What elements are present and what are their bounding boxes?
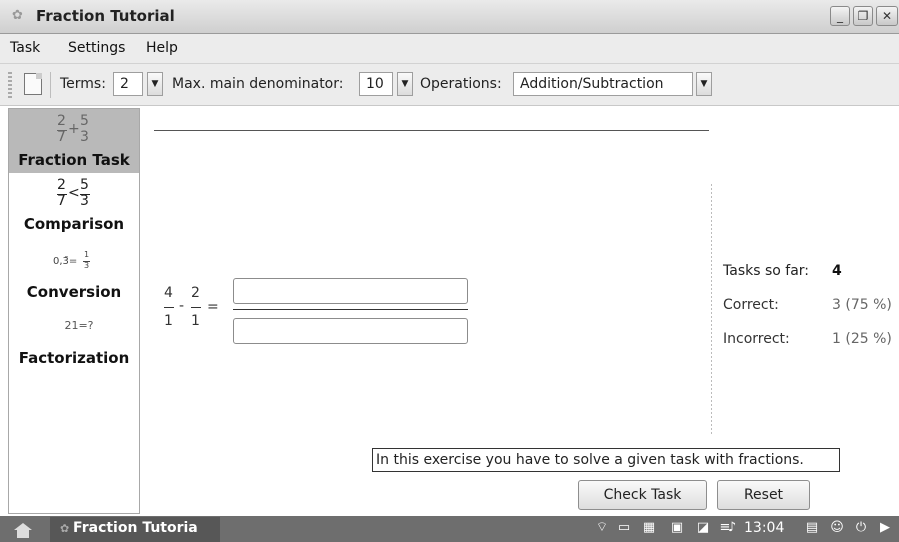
toolbar-grip-icon[interactable] [8,72,12,98]
sidebar-item-factorization[interactable]: 21=? Factorization [9,313,139,373]
update-icon[interactable]: ◪ [694,519,712,537]
title-bar[interactable]: ✿ Fraction Tutorial _ ❐ ✕ [0,0,899,34]
max-denominator-label: Max. main denominator: [172,76,344,92]
terms-dropdown-icon[interactable]: ▼ [147,72,163,96]
factorization-icon: 21=? [64,319,94,332]
volume-icon[interactable]: ♪ [723,519,741,537]
window-title: Fraction Tutorial [36,7,175,25]
app-icon: ✿ [12,8,23,23]
taskbar-app-icon: ✿ [60,522,74,535]
taskbar: ✿ Fraction Tutoria ⌔ ▭ ▦ ▣ ◪ ≡ ♪ 13:04 ▤… [0,516,899,542]
task-operator: - [179,298,185,314]
user-status-icon[interactable]: ☺ [828,519,846,537]
fraction-task-icon: 2 7 + 5 3 [57,113,89,145]
answer-fraction-bar [233,309,468,310]
check-task-button[interactable]: Check Task [578,480,707,510]
power-icon[interactable]: ⏻ [852,519,870,537]
sidebar-item-comparison[interactable]: 2 7 < 5 3 Comparison [9,175,139,235]
terms-select[interactable]: 2 [113,72,143,96]
toolbar-separator [50,72,51,98]
reset-button[interactable]: Reset [717,480,810,510]
operations-select[interactable]: Addition/Subtraction [513,72,693,96]
package-icon[interactable]: ▣ [668,519,686,537]
calendar-icon[interactable]: ▤ [803,519,821,537]
taskbar-window-button[interactable]: ✿ Fraction Tutoria [50,517,220,542]
correct-value: 3 (75 %) [832,297,892,313]
exercise-sidebar: 2 7 + 5 3 Fraction Task 2 7 < 5 3 Compar… [8,108,140,514]
toolbar: Terms: 2 ▼ Max. main denominator: 10 ▼ O… [0,64,899,106]
incorrect-label: Incorrect: [723,331,790,347]
stats-separator [711,184,712,436]
menu-help[interactable]: Help [146,40,178,56]
max-denominator-select[interactable]: 10 [359,72,393,96]
task-fraction-bar-1 [164,307,174,308]
conversion-icon: 0,3̄= 1 3 [53,250,90,270]
exercise-hint: In this exercise you have to solve a giv… [372,448,840,472]
taskbar-window-label: Fraction Tutoria [73,520,198,536]
sidebar-item-conversion[interactable]: 0,3̄= 1 3 Conversion [9,247,139,305]
comparison-icon: 2 7 < 5 3 [57,177,90,209]
wifi-icon[interactable]: ⌔ [593,519,611,537]
sidebar-item-fraction-task[interactable]: 2 7 + 5 3 Fraction Task [9,109,139,173]
menu-bar: Task Settings Help [0,34,899,64]
sidebar-label-comparison: Comparison [23,215,125,233]
menu-settings[interactable]: Settings [68,40,125,56]
incorrect-value: 1 (25 %) [832,331,892,347]
task-numerator-1: 4 [164,285,173,301]
maximize-button[interactable]: ❐ [853,6,873,26]
sidebar-label-conversion: Conversion [26,283,122,301]
sidebar-label-fraction-task: Fraction Task [18,151,130,169]
answer-denominator-input[interactable] [233,318,468,344]
tasks-so-far-label: Tasks so far: [723,263,810,279]
task-denominator-1: 1 [164,313,173,329]
clock[interactable]: 13:04 [744,520,784,536]
tray-expand-icon[interactable]: ▶ [876,519,894,537]
battery-icon[interactable]: ▭ [613,519,635,537]
minimize-button[interactable]: _ [830,6,850,26]
correct-label: Correct: [723,297,779,313]
task-denominator-2: 1 [191,313,200,329]
new-task-icon[interactable] [24,73,42,95]
task-fraction-bar-2 [191,307,201,308]
task-equals: = [207,299,219,315]
keyboard-icon[interactable]: ▦ [640,519,658,537]
answer-numerator-input[interactable] [233,278,468,304]
operations-label: Operations: [420,76,502,92]
sidebar-label-factorization: Factorization [18,349,130,367]
close-button[interactable]: ✕ [876,6,898,26]
max-denominator-dropdown-icon[interactable]: ▼ [397,72,413,96]
operations-dropdown-icon[interactable]: ▼ [696,72,712,96]
tasks-so-far-value: 4 [832,263,842,279]
terms-label: Terms: [60,76,106,92]
task-top-rule [154,130,709,131]
menu-task[interactable]: Task [10,40,40,56]
home-menu-icon[interactable] [6,520,40,540]
task-numerator-2: 2 [191,285,200,301]
